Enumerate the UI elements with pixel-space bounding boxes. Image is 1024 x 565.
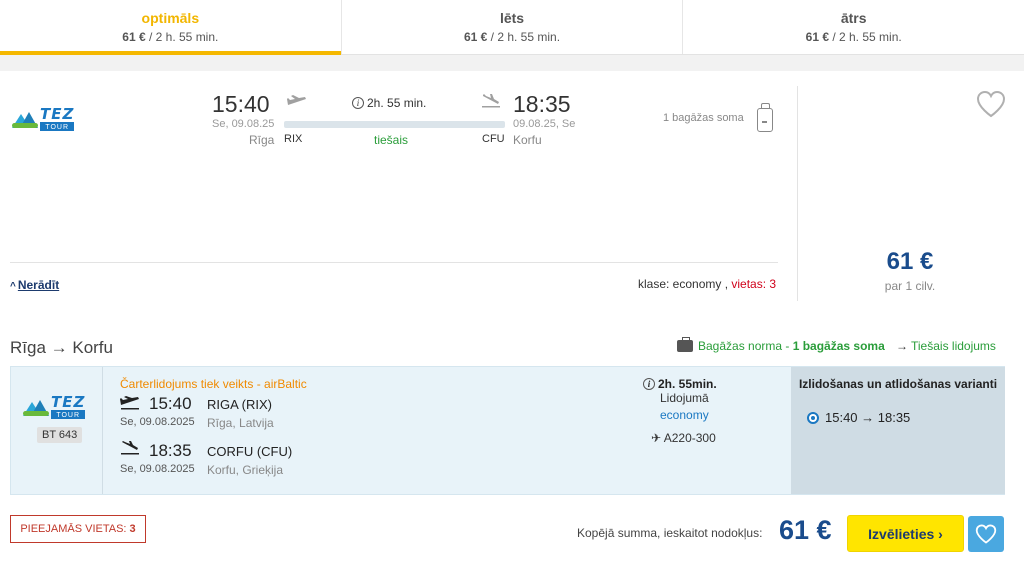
class-info: klase: economy , vietas: 3	[638, 277, 776, 291]
arrow-right-icon: →	[896, 339, 908, 353]
seats-count: 3	[129, 523, 136, 535]
flight-detail: TEZ TOUR BT 643 Čarterlidojums tiek veikt…	[10, 366, 1005, 495]
airline-logo: TEZ TOUR	[23, 393, 86, 419]
hide-details-toggle[interactable]: ^ Nerādīt	[10, 278, 59, 292]
direct-label: tiešais	[374, 133, 409, 147]
total-price: 61 €	[779, 515, 832, 545]
tab-price: 61 €	[122, 30, 146, 44]
detail-arrive-time: 18:35	[149, 441, 192, 460]
charter-info: Čarterlidojums tiek veikts - airBaltic	[120, 377, 307, 391]
tab-price: 61 €	[463, 30, 488, 44]
bag-icon	[757, 103, 773, 132]
tab-title: optimāls	[141, 10, 200, 26]
aircraft: ✈ A220-300	[651, 431, 716, 445]
time-variants-panel: Izlidošanas un atlidošanas varianti 15:4…	[791, 367, 1005, 494]
detail-depart-time: 15:40	[149, 394, 192, 413]
depart-code: RIX	[284, 133, 303, 145]
price: 61 €	[886, 248, 934, 275]
arrive-city: Korfu	[513, 133, 542, 147]
info-icon: i	[643, 378, 655, 390]
flight-label: Lidojumā	[660, 391, 709, 405]
total-label: Kopējā summa, ieskaitot nodokļus:	[577, 526, 763, 540]
tab-optimal[interactable]: optimāls 61 € / 2 h. 55 min.	[0, 0, 342, 55]
favorite-heart-icon[interactable]	[976, 90, 1006, 118]
tab-title: lēts	[499, 10, 525, 26]
per-person: par 1 cilv.	[884, 279, 936, 293]
tab-subtitle: 61 € / 2 h. 55 min.	[683, 30, 1024, 44]
logo-subtext: TOUR	[40, 124, 75, 131]
seats-prefix: PIEEJAMĀS VIETAS:	[20, 523, 130, 535]
radio-icon[interactable]	[807, 411, 819, 424]
tab-price: 61 €	[805, 30, 829, 44]
tab-duration: / 2 h. 55 min.	[145, 30, 219, 44]
heart-icon	[975, 524, 997, 544]
sort-tabs: optimāls 61 € / 2 h. 55 min. lēts 61 € /…	[0, 0, 1024, 55]
logo-text: TEZ	[40, 105, 75, 124]
tab-subtitle: 61 € / 2 h. 55 min.	[0, 30, 341, 44]
divider	[10, 262, 778, 263]
baggage-prefix: Bagāžas norma -	[698, 339, 793, 353]
detail-duration: i 2h. 55min.	[643, 377, 717, 391]
direct-flight-note: → Tiešais lidojums	[896, 339, 996, 353]
detail-duration-text: 2h. 55min.	[658, 377, 717, 391]
detail-arrive-date: Se, 09.08.2025	[120, 463, 195, 475]
cabin-class: economy	[660, 408, 709, 422]
mountain-icon	[23, 398, 49, 416]
detail-arrive-location: Korfu, Grieķija	[207, 463, 284, 477]
seats-label: vietas: 3	[731, 277, 777, 291]
vertical-divider	[797, 86, 798, 301]
detail-arrive-airport: CORFU (CFU)	[207, 444, 293, 459]
route-bar	[284, 121, 505, 128]
mountain-icon	[12, 110, 38, 128]
landing-icon	[481, 94, 501, 113]
detail-depart-airport: RIGA (RIX)	[207, 397, 273, 412]
tab-fast[interactable]: ātrs 61 € / 2 h. 55 min.	[683, 0, 1024, 54]
arrive-code: CFU	[482, 133, 505, 145]
choose-button[interactable]: Izvēlieties ›	[847, 515, 964, 552]
class-label: klase: economy ,	[638, 277, 732, 291]
depart-date: Se, 09.08.25	[212, 118, 275, 130]
variant-option-label: 15:40 → 18:35	[825, 410, 911, 425]
duration: i 2h. 55 min.	[352, 96, 426, 110]
tab-duration: / 2 h. 55 min.	[487, 30, 561, 44]
baggage-value: 1 bagāžas soma	[792, 339, 885, 353]
variants-title: Izlidošanas un atlidošanas varianti	[798, 377, 998, 391]
logo-subtext: TOUR	[51, 412, 86, 419]
variant-option[interactable]: 15:40 → 18:35	[807, 410, 910, 425]
detail-depart-location: Rīga, Latvija	[207, 416, 274, 430]
duration-text: 2h. 55 min.	[367, 96, 427, 110]
arrive-time: 18:35	[513, 91, 571, 117]
airline-logo: TEZ TOUR	[12, 105, 75, 131]
direct-note-text: Tiešais lidojums	[911, 339, 996, 353]
chevron-up-icon: ^	[10, 281, 16, 292]
baggage-note: Bagāžas norma - 1 bagāžas soma	[677, 337, 885, 353]
route-title: Rīga → Korfu	[10, 338, 113, 357]
takeoff-icon	[120, 396, 140, 414]
detail-logo-column: TEZ TOUR BT 643	[11, 367, 103, 494]
favorite-button[interactable]	[968, 516, 1004, 552]
toggle-label: Nerādīt	[17, 278, 60, 292]
available-seats-badge: PIEEJAMĀS VIETAS: 3	[10, 515, 146, 543]
suitcase-icon	[677, 337, 693, 352]
info-icon: i	[352, 97, 364, 109]
logo-text: TEZ	[51, 393, 86, 412]
landing-icon	[120, 441, 140, 459]
depart-time: 15:40	[212, 91, 270, 117]
section-gap	[0, 55, 1024, 71]
tab-cheap[interactable]: lēts 61 € / 2 h. 55 min.	[341, 0, 684, 54]
takeoff-icon	[287, 94, 307, 112]
baggage-text: 1 bagāžas soma	[663, 112, 744, 124]
arrive-date: 09.08.25, Se	[513, 118, 576, 130]
tab-duration: / 2 h. 55 min.	[829, 30, 902, 44]
flight-number-badge: BT 643	[37, 427, 83, 443]
tab-title: ātrs	[840, 10, 867, 26]
detail-depart-date: Se, 09.08.2025	[120, 416, 195, 428]
tab-subtitle: 61 € / 2 h. 55 min.	[342, 30, 683, 44]
depart-city: Rīga	[249, 133, 275, 147]
